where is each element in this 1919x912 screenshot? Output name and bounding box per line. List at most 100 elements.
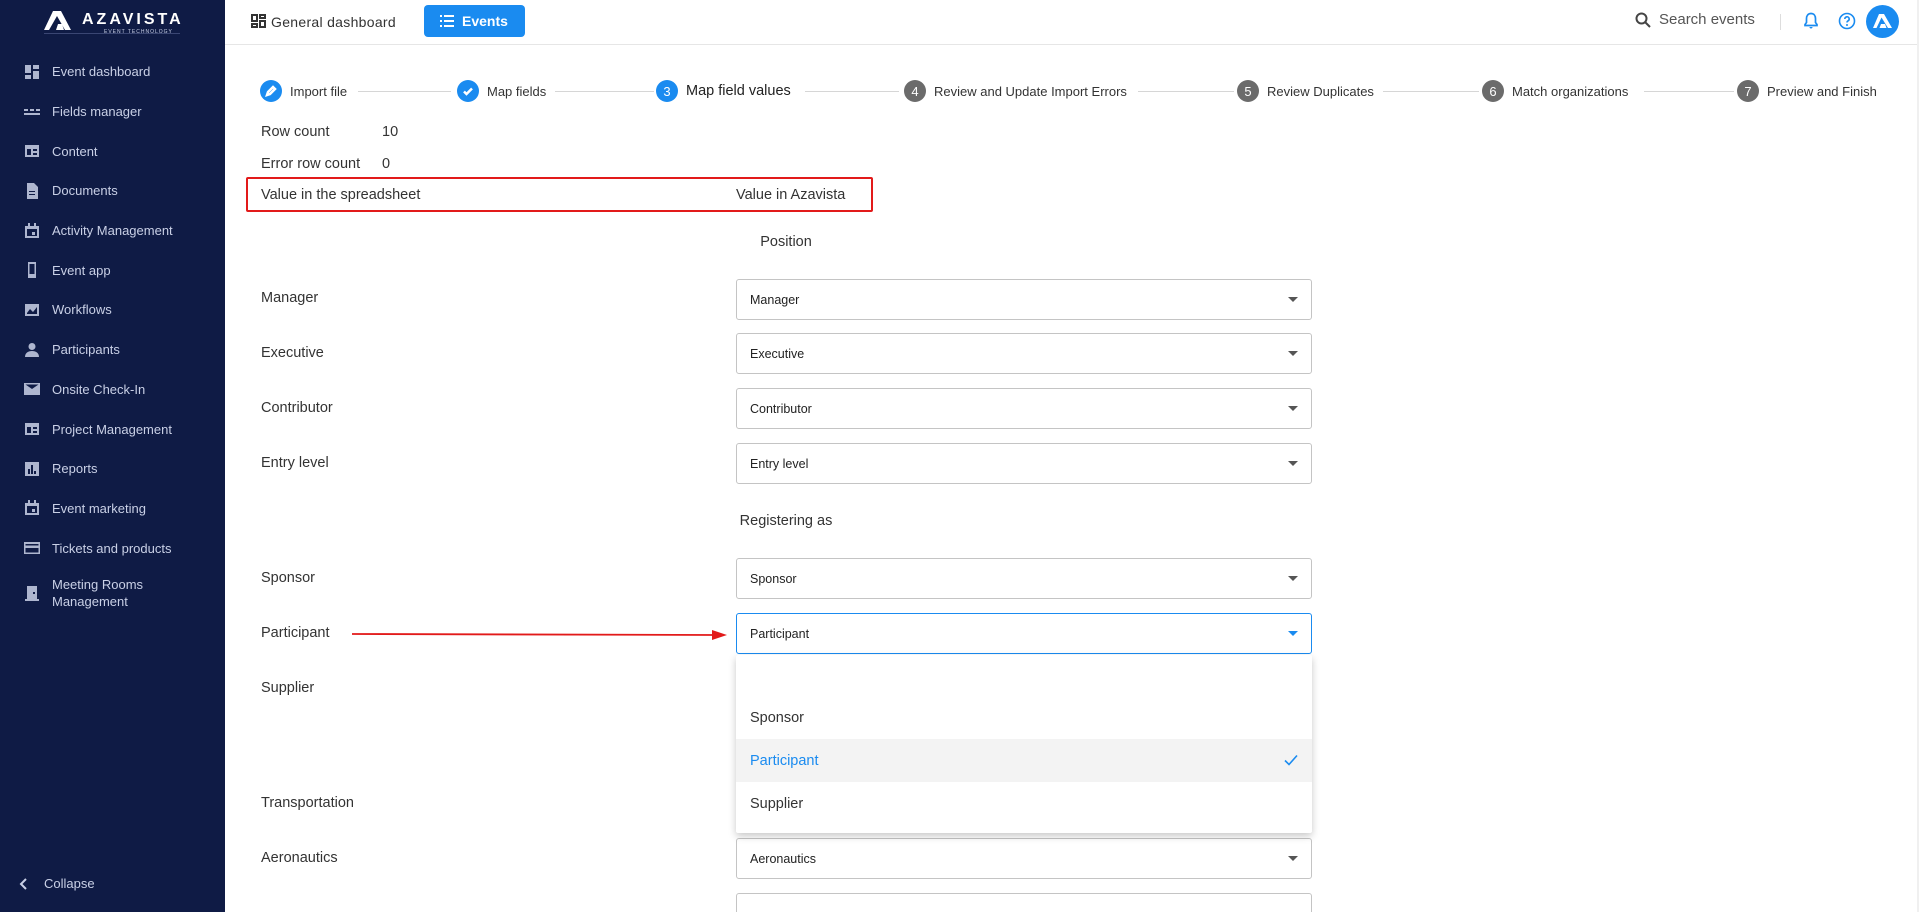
row-label: Participant <box>261 625 330 641</box>
select-value: Entry level <box>750 456 809 471</box>
value-select[interactable]: Aeronautics <box>736 838 1312 879</box>
select-value: Contributor <box>750 401 812 416</box>
caret-down-icon <box>1288 576 1298 581</box>
sidebar-item-onsite-check-in[interactable]: Onsite Check-In <box>0 370 225 410</box>
step-number: 6 <box>1482 80 1504 102</box>
value-select[interactable] <box>736 893 1312 912</box>
sidebar-nav: Event dashboard Fields manager Content D… <box>0 52 225 618</box>
azavista-avatar-icon <box>1873 14 1892 28</box>
bell-icon[interactable] <box>1803 12 1819 30</box>
dropdown-option-sponsor[interactable]: Sponsor <box>736 696 1312 739</box>
row-label: Contributor <box>261 400 333 416</box>
select-value: Manager <box>750 292 800 307</box>
option-label: Sponsor <box>750 709 805 726</box>
sidebar-item-event-app[interactable]: Event app <box>0 250 225 290</box>
step-review-update-import-errors[interactable]: 4 Review and Update Import Errors <box>904 80 1127 102</box>
avatar[interactable] <box>1866 5 1899 38</box>
general-dashboard-label: General dashboard <box>271 13 396 30</box>
step-label: Import file <box>290 83 348 99</box>
sidebar-item-participants[interactable]: Participants <box>0 330 225 370</box>
value-select[interactable]: Contributor <box>736 388 1312 429</box>
step-number: 4 <box>904 80 926 102</box>
workflow-icon <box>24 302 40 318</box>
step-label: Match organizations <box>1512 83 1629 99</box>
search-icon <box>1635 12 1651 28</box>
caret-down-icon <box>1288 856 1298 861</box>
caret-down-icon <box>1288 297 1298 302</box>
azavista-logo[interactable]: AZAVISTA EVENT TECHNOLOGY <box>44 9 184 35</box>
help-icon[interactable] <box>1838 12 1856 30</box>
value-select[interactable]: Manager <box>736 279 1312 320</box>
sidebar-item-activity-management[interactable]: Activity Management <box>0 211 225 251</box>
caret-down-icon <box>1288 461 1298 466</box>
dropdown-option-participant[interactable]: Participant <box>736 739 1312 782</box>
dropdown-menu: Sponsor Participant Supplier <box>736 655 1312 833</box>
logo-subtext: EVENT TECHNOLOGY <box>104 29 173 35</box>
section-title-registering-as: Registering as <box>739 513 833 529</box>
row-label: Entry level <box>261 455 329 471</box>
sidebar-item-label: Content <box>52 143 98 159</box>
sidebar-item-tickets-and-products[interactable]: Tickets and products <box>0 528 225 568</box>
step-label: Map field values <box>686 83 791 99</box>
select-value: Aeronautics <box>750 851 817 866</box>
step-map-fields[interactable]: Map fields <box>457 80 546 102</box>
sidebar: AZAVISTA EVENT TECHNOLOGY Event dashboar… <box>0 0 225 912</box>
step-connector <box>805 91 899 92</box>
step-match-organizations[interactable]: 6 Match organizations <box>1482 80 1628 102</box>
step-connector <box>1138 91 1234 92</box>
sidebar-item-label: Event dashboard <box>52 64 151 80</box>
row-label: Aeronautics <box>261 850 338 866</box>
step-preview-and-finish[interactable]: 7 Preview and Finish <box>1737 80 1877 102</box>
step-import-file[interactable]: Import file <box>260 80 347 102</box>
sidebar-item-fields-manager[interactable]: Fields manager <box>0 92 225 132</box>
sidebar-item-reports[interactable]: Reports <box>0 449 225 489</box>
pencil-icon <box>260 80 282 102</box>
row-label: Sponsor <box>261 570 316 586</box>
general-dashboard-tab[interactable]: General dashboard <box>241 6 408 37</box>
sidebar-item-meeting-rooms-management[interactable]: Meeting Rooms Management <box>0 568 225 618</box>
sidebar-item-label: Tickets and products <box>52 540 172 556</box>
row-label: Executive <box>261 345 324 361</box>
collapse-label: Collapse <box>44 876 95 891</box>
sidebar-item-content[interactable]: Content <box>0 131 225 171</box>
events-label: Events <box>462 13 508 29</box>
value-select-participant[interactable]: Participant <box>736 613 1312 654</box>
value-select[interactable]: Sponsor <box>736 558 1312 599</box>
sidebar-item-event-dashboard[interactable]: Event dashboard <box>0 52 225 92</box>
sidebar-item-label: Project Management <box>52 421 172 437</box>
chevron-left-icon <box>19 877 27 890</box>
dashboard-icon <box>24 64 40 80</box>
sidebar-item-label: Documents <box>52 183 118 199</box>
value-select[interactable]: Executive <box>736 333 1312 374</box>
search-input[interactable]: Search events <box>1659 11 1755 28</box>
calendar-icon <box>24 222 40 239</box>
value-select[interactable]: Entry level <box>736 443 1312 484</box>
sidebar-item-label: Activity Management <box>52 223 173 239</box>
dashboard-icon <box>251 14 266 28</box>
logo-divider <box>44 33 180 34</box>
step-review-duplicates[interactable]: 5 Review Duplicates <box>1237 80 1374 102</box>
check-icon <box>457 80 479 102</box>
caret-down-icon <box>1288 406 1298 411</box>
step-map-field-values[interactable]: 3 Map field values <box>656 80 791 102</box>
step-connector <box>358 91 451 92</box>
error-row-count-label: Error row count <box>261 156 361 172</box>
events-tab[interactable]: Events <box>424 5 525 37</box>
sidebar-item-workflows[interactable]: Workflows <box>0 290 225 330</box>
step-number: 7 <box>1737 80 1759 102</box>
sidebar-item-documents[interactable]: Documents <box>0 171 225 211</box>
sidebar-item-event-marketing[interactable]: Event marketing <box>0 489 225 529</box>
search-events[interactable]: Search events <box>1635 11 1755 28</box>
row-label: Transportation <box>261 795 354 811</box>
row-count-value: 10 <box>382 124 399 140</box>
azavista-logo-icon <box>44 11 71 30</box>
sidebar-item-label: Onsite Check-In <box>52 381 146 397</box>
project-icon <box>24 421 40 437</box>
door-icon <box>24 585 40 601</box>
collapse-button[interactable]: Collapse <box>18 876 95 891</box>
check-icon <box>1284 754 1298 766</box>
section-title-position: Position <box>760 234 812 250</box>
dropdown-option-supplier[interactable]: Supplier <box>736 782 1312 825</box>
sidebar-item-project-management[interactable]: Project Management <box>0 409 225 449</box>
fields-icon <box>24 104 40 120</box>
